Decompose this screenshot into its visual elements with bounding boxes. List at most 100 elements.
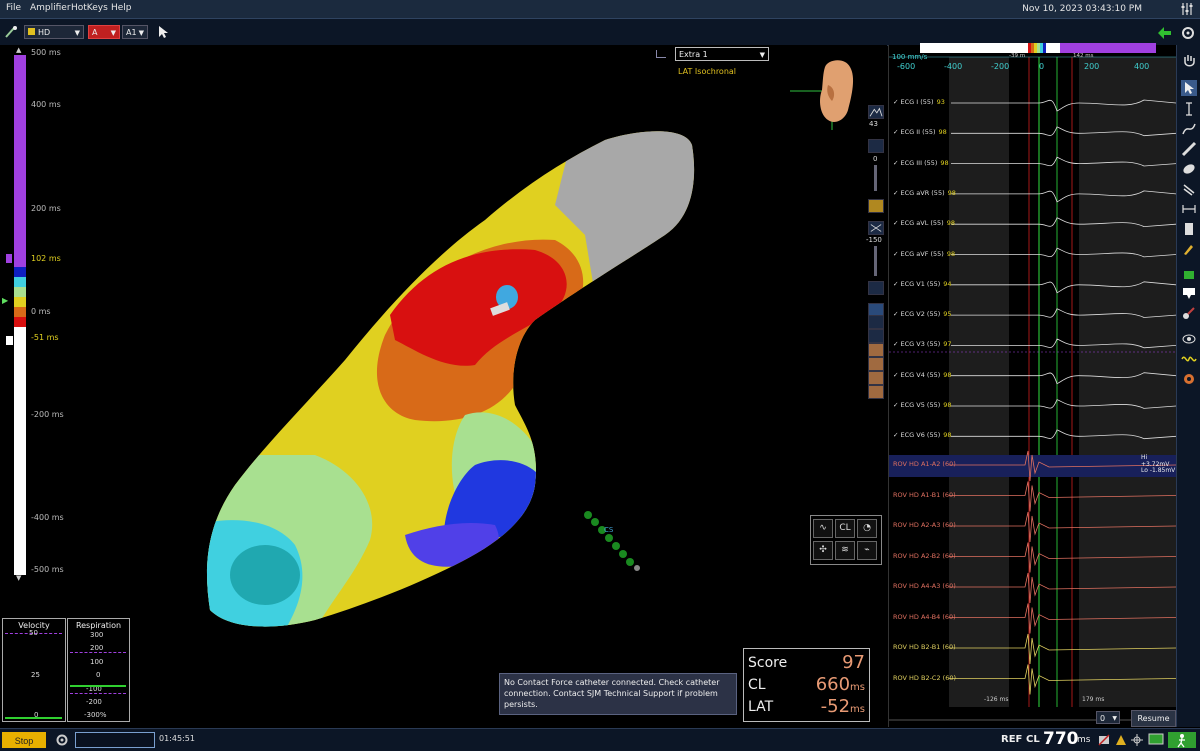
lock-icon[interactable] [868,199,884,213]
menu-help[interactable]: Help [111,3,132,13]
toolbar: HD ▼ A ▼ A1 ▼ [0,19,1200,46]
text-cursor-icon[interactable] [1181,101,1197,117]
measure-icon[interactable] [1181,201,1197,217]
scale-zero-marker[interactable]: ▶ [2,296,8,305]
rov-trace-label[interactable]: ROV HD A2-B2 (60) [893,552,956,560]
select-arrow-icon[interactable] [1181,80,1197,96]
ecg-trace-label[interactable]: ✓ ECG II (55) 98 [893,128,947,136]
ecg-trace-label[interactable]: ✓ ECG V1 (55) 94 [893,280,952,288]
cl-tool-icon[interactable]: CL [835,519,855,538]
hand-icon[interactable] [1181,53,1197,69]
catheter-select[interactable]: HD ▼ [24,25,84,39]
head-back-icon[interactable] [868,385,884,399]
ruler-icon[interactable] [1181,141,1197,157]
datetime: Nov 10, 2023 03:43:10 PM [1022,4,1142,14]
cs-catheter[interactable] [580,505,645,575]
eye-view-icon[interactable] [1181,331,1197,347]
wave-icon[interactable] [1181,351,1197,367]
ecg-tool-icon[interactable]: ∿ [813,519,833,538]
unlock-icon[interactable] [868,281,884,295]
walk-icon[interactable] [1168,732,1196,748]
ecg-trace-label[interactable]: ✓ ECG aVR (55) 98 [893,189,956,197]
axis-tick: 400 [1134,62,1150,71]
ecg-trace-label[interactable]: ✓ ECG V4 (55) 98 [893,371,952,379]
gear-icon[interactable] [1180,25,1196,41]
scale-up-arrow[interactable]: ▲ [16,46,21,54]
ecg-panel[interactable]: 100 mm/s -600 -400 -200 0 200 400 -39 m … [888,45,1176,727]
curve-icon[interactable] [1181,121,1197,137]
warning-icon[interactable] [1115,734,1127,746]
rov-trace-label[interactable]: ROV HD A1-A2 (60) [893,460,956,468]
eraser-icon[interactable] [1181,221,1197,237]
rov-trace-label[interactable]: ROV HD A2-A3 (60) [893,521,956,529]
rov-trace-label[interactable]: ROV HD A4-A3 (60) [893,582,956,590]
no-signal-icon[interactable] [1098,734,1110,746]
view-select[interactable]: Extra 1 ▼ [675,47,769,61]
menu-hotkeys[interactable]: HotKeys [71,3,108,13]
layer-icon[interactable] [868,139,884,153]
scissors-icon[interactable] [868,221,884,235]
crosshair-icon[interactable] [1131,734,1143,746]
status-field[interactable] [75,732,155,748]
cl-value: 660 [815,674,851,695]
ecg-trace-label[interactable]: ✓ ECG V3 (55) 97 [893,340,952,348]
paint-icon[interactable] [1181,241,1197,257]
window-color-bar[interactable] [920,43,1156,53]
electrode-select[interactable]: A1 ▼ [122,25,148,39]
tag-icon[interactable] [1181,305,1197,321]
view-frame-icon[interactable] [656,50,666,58]
stop-button[interactable]: Stop [2,732,46,748]
scale-down-arrow[interactable]: ▼ [16,574,21,582]
rov-trace-label[interactable]: ROV HD A1-B1 (60) [893,491,956,499]
orientation-head-icon[interactable] [790,55,860,130]
opacity-slider[interactable] [874,165,877,191]
back-arrow-icon[interactable] [1157,25,1173,41]
ecg-trace-label[interactable]: ✓ ECG V2 (55) 95 [893,310,952,318]
ecg-trace-name: ✓ ECG V4 (55) [893,370,941,379]
channel-select[interactable]: A ▼ [88,25,120,39]
resume-button[interactable]: Resume [1131,710,1176,727]
depth-slider[interactable] [874,246,877,276]
ecg-trace-name: ✓ ECG V3 (55) [893,340,941,349]
green-bar-icon[interactable] [1181,267,1197,283]
menu-file[interactable]: File [6,3,21,13]
head-left-icon[interactable] [868,357,884,371]
settings-gear-icon[interactable] [55,733,69,747]
gauge-tool-icon[interactable]: ◔ [857,519,877,538]
lat-scale-bar[interactable] [14,55,26,575]
head-front-icon[interactable] [868,343,884,357]
score-value: 97 [842,652,865,673]
gain-select[interactable]: 0 ▼ [1096,711,1120,724]
signal-tool-icon[interactable]: ≋ [835,541,855,560]
ecg-trace-label[interactable]: ✓ ECG aVL (55) 98 [893,219,955,227]
scale-label: 0 ms [31,307,51,316]
rov-trace-label[interactable]: ROV HD B2-B1 (60) [893,643,956,651]
rov-trace-label[interactable]: ROV HD A4-B4 (60) [893,613,956,621]
menu-amplifier[interactable]: Amplifier [30,3,71,13]
resp-tick: 0 [96,671,101,679]
catheter-tool-icon[interactable]: ⌁ [857,541,877,560]
ecg-trace-label[interactable]: ✓ ECG III (55) 98 [893,159,949,167]
pointer-icon[interactable] [157,25,169,39]
ecg-trace-label[interactable]: ✓ ECG I (55) 93 [893,98,945,106]
catheter-icon[interactable] [4,25,18,39]
sliders-icon[interactable] [1180,2,1194,16]
scale-bottom-marker[interactable] [6,336,13,345]
monitor-icon[interactable] [1148,733,1164,747]
flag-icon[interactable] [1181,285,1197,301]
ecg-trace-label[interactable]: ✓ ECG aVF (55) 98 [893,250,955,258]
rov-trace-label[interactable]: ROV HD B2-C2 (60) [893,674,956,682]
move-tool-icon[interactable]: ✣ [813,541,833,560]
eye-icon[interactable] [868,315,884,329]
settings-icon[interactable] [1181,371,1197,387]
ecg-waveforms[interactable] [889,45,1176,727]
scale-top-marker[interactable] [6,254,12,263]
lasso-icon[interactable] [1181,161,1197,177]
ecg-trace-label[interactable]: ✓ ECG V5 (55) 98 [893,401,952,409]
ecg-trace-score: 98 [946,249,956,258]
mountain-icon[interactable] [868,105,884,119]
catheter-view-icon[interactable] [868,329,884,343]
ecg-trace-label[interactable]: ✓ ECG V6 (55) 98 [893,431,952,439]
head-right-icon[interactable] [868,371,884,385]
cut-icon[interactable] [1181,181,1197,197]
